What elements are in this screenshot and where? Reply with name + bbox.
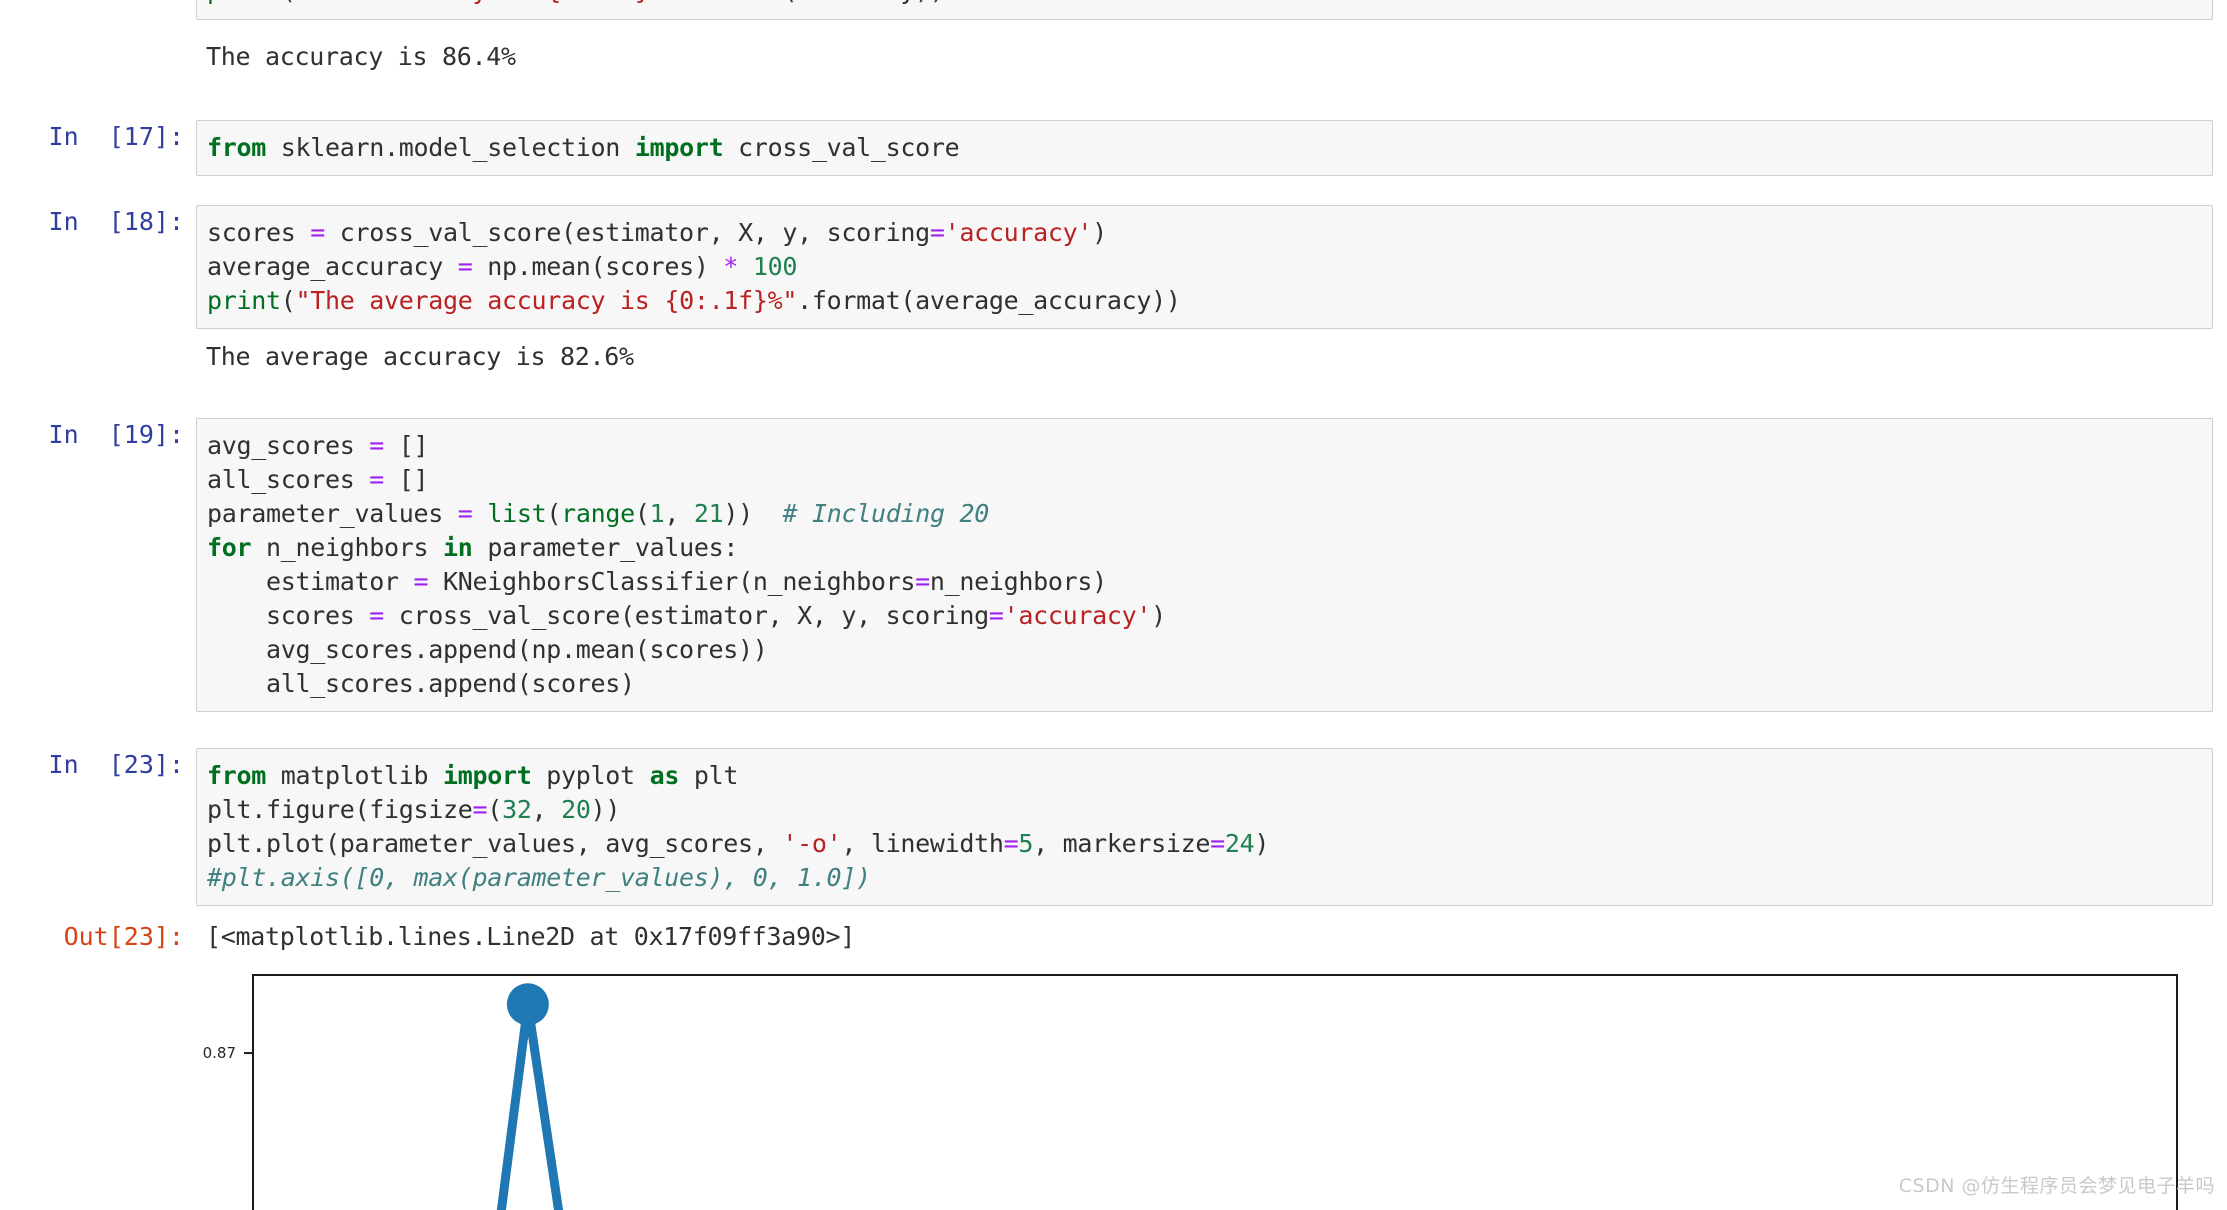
prompt-in-19: In [19]:: [48, 420, 184, 449]
output-row-23: Out[23]: [<matplotlib.lines.Line2D at 0x…: [0, 920, 2227, 954]
prompt-in-17: In [17]:: [48, 122, 184, 151]
output-text-average-accuracy: The average accuracy is 82.6%: [206, 342, 634, 371]
code-line: plt.plot(parameter_values, avg_scores, '…: [207, 829, 1270, 858]
code-line: estimator = KNeighborsClassifier(n_neigh…: [207, 567, 1107, 596]
code-cell-in-23[interactable]: In [23]: from matplotlib import pyplot a…: [0, 748, 2227, 906]
output-row-accuracy: The accuracy is 86.4%: [0, 40, 2227, 74]
code-editor-in-17[interactable]: from sklearn.model_selection import cros…: [196, 120, 2213, 176]
chart-data-point: [506, 983, 549, 1026]
code-line: scores = cross_val_score(estimator, X, y…: [207, 218, 1107, 247]
y-axis-tick-label: 0.87: [203, 1044, 236, 1062]
output-row-average-accuracy: The average accuracy is 82.6%: [0, 340, 2227, 374]
code-line: all_scores = []: [207, 465, 429, 494]
code-line: for n_neighbors in parameter_values:: [207, 533, 739, 562]
code-line: parameter_values = list(range(1, 21)) # …: [207, 499, 989, 528]
code-line: average_accuracy = np.mean(scores) * 100: [207, 252, 798, 281]
code-content-in-19: avg_scores = [] all_scores = [] paramete…: [207, 429, 2212, 701]
code-line: #plt.axis([0, max(parameter_values), 0, …: [207, 863, 871, 892]
code-cell-in-17[interactable]: In [17]: from sklearn.model_selection im…: [0, 120, 2227, 176]
code-content-in-17: from sklearn.model_selection import cros…: [207, 131, 2212, 165]
code-line: avg_scores.append(np.mean(scores)): [207, 635, 768, 664]
code-line: from sklearn.model_selection import cros…: [207, 133, 960, 162]
output-text-line2d: [<matplotlib.lines.Line2D at 0x17f09ff3a…: [206, 922, 856, 951]
code-editor-in-18[interactable]: scores = cross_val_score(estimator, X, y…: [196, 205, 2213, 329]
prompt-in-23: In [23]:: [48, 750, 184, 779]
code-editor-in-23[interactable]: from matplotlib import pyplot as plt plt…: [196, 748, 2213, 906]
code-cell-clipped-top[interactable]: print("The accuracy is {0:.1f}%".format(…: [196, 0, 2213, 20]
csdn-watermark: CSDN @仿生程序员会梦见电子羊吗: [1898, 1175, 2215, 1197]
code-line-clipped: print("The accuracy is {0:.1f}%".format(…: [197, 0, 2212, 8]
code-cell-in-19[interactable]: In [19]: avg_scores = [] all_scores = []…: [0, 418, 2227, 712]
code-content-in-23: from matplotlib import pyplot as plt plt…: [207, 759, 2212, 895]
prompt-in-18: In [18]:: [48, 207, 184, 236]
code-line: plt.figure(figsize=(32, 20)): [207, 795, 621, 824]
code-content-in-18: scores = cross_val_score(estimator, X, y…: [207, 216, 2212, 318]
code-line: print("The average accuracy is {0:.1f}%"…: [207, 286, 1181, 315]
code-cell-in-18[interactable]: In [18]: scores = cross_val_score(estima…: [0, 205, 2227, 329]
output-body-average: The average accuracy is 82.6%: [196, 340, 2227, 374]
chart-line-avg-scores: [496, 1003, 564, 1210]
code-line: all_scores.append(scores): [207, 669, 635, 698]
code-line: scores = cross_val_score(estimator, X, y…: [207, 601, 1166, 630]
code-editor-in-19[interactable]: avg_scores = [] all_scores = [] paramete…: [196, 418, 2213, 712]
code-line: from matplotlib import pyplot as plt: [207, 761, 739, 790]
prompt-out-23: Out[23]:: [63, 922, 184, 951]
code-line: avg_scores = []: [207, 431, 429, 460]
output-body: The accuracy is 86.4%: [196, 40, 2227, 74]
output-text-accuracy: The accuracy is 86.4%: [206, 42, 516, 71]
output-body-23: [<matplotlib.lines.Line2D at 0x17f09ff3a…: [196, 920, 2227, 954]
